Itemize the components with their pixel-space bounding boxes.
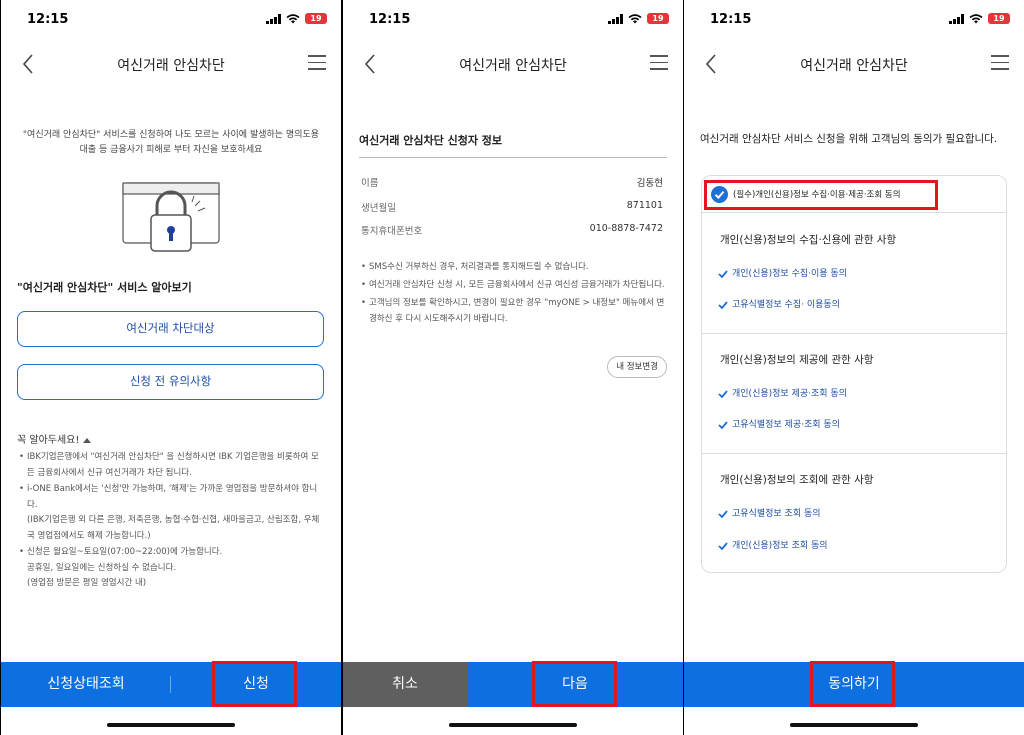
page-title: 여신거래 안심차단 — [117, 58, 225, 74]
group-divider — [702, 333, 1006, 334]
battery-icon: 19 — [305, 13, 327, 24]
status-bar: 12:15 19 — [1, 0, 341, 40]
lock-card-illustration-icon — [122, 182, 220, 252]
note-sub-text: (IBK기업은행 외 다른 은행, 저축은행, 농협·수협·신협, 새마을금고,… — [27, 515, 320, 541]
list-item: SMS수신 거부하신 경우, 처리결과를 통지해드릴 수 없습니다. — [361, 259, 667, 275]
check-icon — [718, 300, 728, 309]
consent-item-label: 고유식별정보 제공·조회 동의 — [732, 420, 840, 430]
group-title-inquiry: 개인(신용)정보의 조회에 관한 사항 — [720, 474, 874, 486]
consent-item[interactable]: 고유식별정보 조회 동의 — [718, 506, 821, 519]
info-label: 통지휴대폰번호 — [361, 226, 423, 237]
status-time: 12:15 — [710, 12, 752, 27]
notice-toggle[interactable]: 꼭 알아두세요! — [17, 431, 92, 446]
wifi-icon — [628, 13, 642, 23]
consent-card: (필수)개인(신용)정보 수집·이용·제공·조회 동의 개인(신용)정보의 수집… — [701, 175, 1007, 573]
group-title-collection: 개인(신용)정보의 수집·신용에 관한 사항 — [720, 234, 897, 246]
note-text: IBK기업은행에서 "여신거래 안심차단" 을 신청하시면 IBK 기업은행을 … — [27, 452, 319, 478]
group-title-provision: 개인(신용)정보의 제공에 관한 사항 — [720, 354, 874, 366]
note-sub-text: (영업점 방문은 평일 영업시간 내) — [27, 578, 147, 588]
group-divider — [702, 453, 1006, 454]
consent-item-label: 개인(신용)정보 제공·조회 동의 — [732, 389, 847, 399]
status-bar: 12:15 19 — [343, 0, 683, 40]
info-row-name: 이름 김동현 — [361, 175, 663, 189]
list-item: i-ONE Bank에서는 '신청'만 가능하며, '해제'는 가까운 영업점을… — [19, 482, 325, 544]
page-title: 여신거래 안심차단 — [459, 58, 567, 74]
check-icon — [718, 269, 728, 278]
home-indicator — [790, 723, 918, 727]
list-item: 고객님의 정보를 확인하시고, 변경이 필요한 경우 "myONE > 내정보"… — [361, 295, 667, 327]
list-item: IBK기업은행에서 "여신거래 안심차단" 을 신청하시면 IBK 기업은행을 … — [19, 450, 325, 481]
hamburger-menu-icon[interactable] — [650, 55, 668, 71]
signal-icon — [608, 13, 623, 24]
status-inquiry-button[interactable]: 신청상태조회 — [1, 662, 171, 707]
bottom-action-bar: 취소 다음 — [343, 662, 683, 707]
phone-screen-applicant-info: 12:15 19 여신거래 안심차단 여신거래 안심차단 신청자 정보 이름 김… — [343, 0, 683, 735]
nav-header: 여신거래 안심차단 — [1, 44, 341, 84]
consent-intro-text: 여신거래 안심차단 서비스 신청을 위해 고객님의 동의가 필요합니다. — [700, 133, 998, 145]
consent-item[interactable]: 고유식별정보 수집· 이용동의 — [718, 297, 840, 310]
check-icon — [718, 420, 728, 429]
consent-item-label: 개인(신용)정보 조회 동의 — [732, 541, 828, 551]
status-bar: 12:15 19 — [684, 0, 1024, 40]
hamburger-menu-icon[interactable] — [991, 55, 1009, 71]
nav-header: 여신거래 안심차단 — [343, 44, 683, 84]
consent-item[interactable]: 고유식별정보 제공·조회 동의 — [718, 417, 840, 430]
highlight-box — [212, 661, 297, 707]
info-row-phone: 통지휴대폰번호 010-8878-7472 — [361, 223, 663, 237]
highlight-box — [810, 661, 895, 707]
notice-title: 꼭 알아두세요! — [17, 435, 80, 446]
consent-item-label: 고유식별정보 조회 동의 — [732, 509, 821, 519]
signal-icon — [266, 13, 281, 24]
phone-screen-consent: 12:15 19 여신거래 안심차단 여신거래 안심차단 서비스 신청을 위해 … — [684, 0, 1024, 735]
check-icon — [718, 389, 728, 398]
applicant-notes: SMS수신 거부하신 경우, 처리결과를 통지해드릴 수 없습니다. 여신거래 … — [361, 259, 667, 329]
consent-item[interactable]: 개인(신용)정보 수집·이용 동의 — [718, 266, 847, 279]
block-targets-button[interactable]: 여신거래 차단대상 — [17, 311, 324, 347]
battery-icon: 19 — [647, 13, 669, 24]
service-intro-text: "여신거래 안심차단" 서비스를 신청하여 나도 모르는 사이에 발생하는 명의… — [22, 130, 320, 155]
battery-icon: 19 — [988, 13, 1010, 24]
nav-header: 여신거래 안심차단 — [684, 44, 1024, 84]
status-time: 12:15 — [369, 12, 411, 27]
home-indicator — [107, 723, 235, 727]
phone-screen-intro: 12:15 19 여신거래 안심차단 "여신거래 안심차단" 서비스를 신청하여… — [1, 0, 341, 735]
info-row-birthdate: 생년월일 871101 — [361, 200, 663, 214]
notice-list: IBK기업은행에서 "여신거래 안심차단" 을 신청하시면 IBK 기업은행을 … — [19, 450, 325, 593]
info-value: 871101 — [626, 200, 663, 211]
status-time: 12:15 — [27, 12, 69, 27]
cancel-button[interactable]: 취소 — [343, 662, 467, 707]
info-label: 이름 — [361, 178, 379, 189]
highlight-box — [532, 661, 617, 707]
consent-item-label: 개인(신용)정보 수집·이용 동의 — [732, 269, 847, 279]
list-item: 신청은 월요일~토요일(07:00~22:00)에 가능합니다. 공휴일, 일요일… — [19, 545, 325, 592]
check-icon — [718, 541, 728, 550]
info-label: 생년월일 — [361, 203, 396, 214]
info-value: 010-8878-7472 — [589, 223, 663, 234]
home-indicator — [449, 723, 577, 727]
wifi-icon — [286, 13, 300, 23]
highlight-box — [704, 180, 938, 210]
note-text: i-ONE Bank에서는 '신청'만 가능하며, '해제'는 가까운 영업점을… — [27, 484, 318, 510]
section-title: "여신거래 안심차단" 서비스 알아보기 — [17, 281, 192, 294]
list-item: 여신거래 안심차단 신청 시, 모든 금융회사에서 신규 여신성 금융거래가 차… — [361, 277, 667, 293]
consent-item-label: 고유식별정보 수집· 이용동의 — [732, 300, 840, 310]
signal-icon — [949, 13, 964, 24]
consent-item[interactable]: 개인(신용)정보 제공·조회 동의 — [718, 386, 847, 399]
edit-my-info-button[interactable]: 내 정보변경 — [607, 356, 667, 378]
wifi-icon — [969, 13, 983, 23]
heading-divider — [359, 157, 667, 158]
check-icon — [718, 509, 728, 518]
note-text: 신청은 월요일~토요일(07:00~22:00)에 가능합니다. — [27, 547, 223, 557]
consent-item[interactable]: 개인(신용)정보 조회 동의 — [718, 538, 828, 551]
caret-up-icon — [83, 437, 92, 443]
note-sub-text: 공휴일, 일요일에는 신청하실 수 없습니다. — [27, 562, 177, 573]
hamburger-menu-icon[interactable] — [308, 55, 326, 71]
pre-apply-notice-button[interactable]: 신청 전 유의사항 — [17, 364, 324, 400]
info-value: 김동현 — [636, 178, 663, 189]
page-title: 여신거래 안심차단 — [800, 58, 908, 74]
applicant-info-heading: 여신거래 안심차단 신청자 정보 — [359, 134, 503, 147]
